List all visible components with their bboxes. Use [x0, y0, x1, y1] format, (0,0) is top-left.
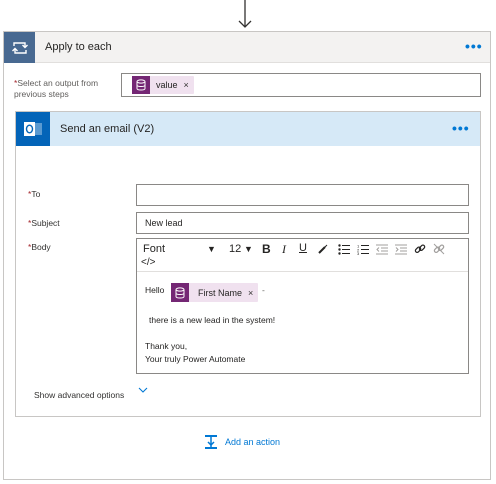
send-email-title: Send an email (V2) [60, 123, 155, 135]
italic-button[interactable]: I [282, 242, 286, 257]
send-email-header[interactable]: Send an email (V2) ••• [16, 112, 480, 146]
to-label-text: To [31, 189, 41, 199]
show-advanced-options-link[interactable]: Show advanced options [34, 390, 124, 400]
first-name-token[interactable]: First Name × [171, 283, 259, 302]
bold-button[interactable]: B [262, 242, 271, 256]
to-field[interactable] [136, 184, 469, 206]
first-name-token-label: First Name [198, 287, 243, 298]
increase-indent-icon[interactable] [395, 244, 407, 255]
select-output-field[interactable]: value × [121, 73, 481, 97]
loop-icon [4, 32, 35, 63]
body-line-2: Thank you, [145, 341, 188, 351]
font-dropdown-icon[interactable]: ▼ [207, 244, 216, 254]
body-editor[interactable]: Font ▼ 12 ▼ B I U 1 2 3 </> Hello First … [136, 238, 469, 374]
apply-to-each-card: Apply to each ••• *Select an output from… [3, 31, 491, 480]
link-icon[interactable] [414, 243, 426, 255]
decrease-indent-icon[interactable] [376, 244, 388, 255]
add-action-button[interactable]: Add an action [203, 434, 280, 450]
apply-to-each-header[interactable]: Apply to each ••• [4, 32, 490, 63]
font-select[interactable]: Font [143, 243, 165, 255]
subject-field[interactable]: New lead [136, 212, 469, 234]
body-greeting: Hello [145, 285, 165, 295]
apply-to-each-title: Apply to each [45, 41, 112, 53]
dataverse-icon [132, 76, 150, 94]
add-action-label: Add an action [225, 437, 281, 447]
select-output-label-text: Select an output from previous steps [14, 78, 99, 99]
body-trailing: - [262, 285, 265, 295]
send-email-card: Send an email (V2) ••• *To *Subject New … [15, 111, 481, 417]
select-output-label: *Select an output from previous steps [14, 78, 119, 100]
numbered-list-icon[interactable]: 1 2 3 [357, 244, 369, 255]
value-token[interactable]: value × [132, 76, 194, 94]
remove-token-icon[interactable]: × [242, 288, 258, 298]
font-size-select[interactable]: 12 [229, 243, 241, 255]
body-line-3: Your truly Power Automate [145, 354, 246, 364]
unlink-icon[interactable] [433, 243, 445, 255]
more-options-icon[interactable]: ••• [465, 38, 483, 54]
body-label-text: Body [31, 242, 51, 252]
remove-token-icon[interactable]: × [178, 80, 194, 90]
more-options-icon[interactable]: ••• [452, 120, 470, 136]
dataverse-icon [171, 283, 189, 302]
highlight-pen-icon[interactable] [317, 244, 328, 255]
font-size-dropdown-icon[interactable]: ▼ [244, 244, 253, 254]
body-line-1: there is a new lead in the system! [149, 315, 276, 325]
to-label: *To [28, 189, 40, 199]
add-action-icon [205, 435, 217, 449]
value-token-label: value [156, 80, 178, 90]
arrow-down-icon [238, 0, 252, 28]
svg-text:3: 3 [357, 251, 360, 255]
body-label: *Body [28, 242, 51, 252]
subject-label-text: Subject [31, 218, 60, 228]
underline-button[interactable]: U [299, 242, 307, 254]
chevron-down-icon[interactable] [138, 386, 148, 394]
outlook-icon [16, 112, 50, 146]
bullet-list-icon[interactable] [338, 244, 350, 255]
code-view-button[interactable]: </> [141, 257, 155, 268]
rich-text-toolbar: Font ▼ 12 ▼ B I U 1 2 3 </> [137, 239, 468, 272]
subject-label: *Subject [28, 218, 60, 228]
